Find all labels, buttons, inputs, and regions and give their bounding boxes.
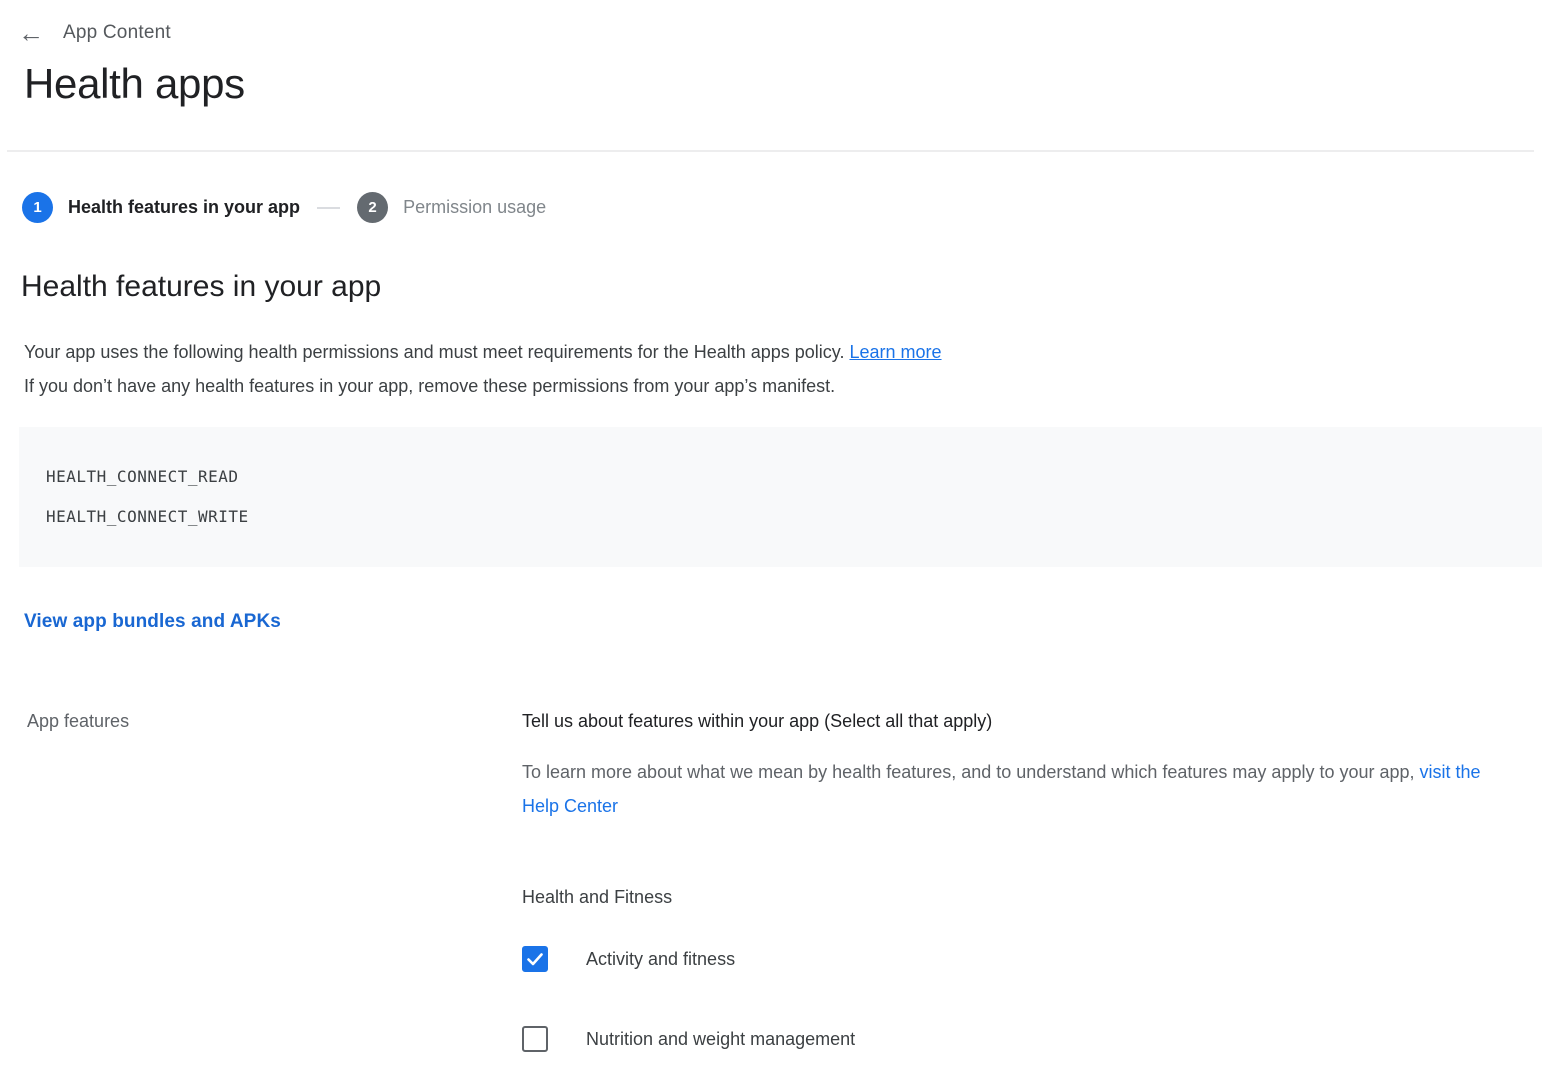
checkbox-label: Nutrition and weight management bbox=[586, 1029, 855, 1050]
step-2-circle: 2 bbox=[357, 192, 388, 223]
step-1-label: Health features in your app bbox=[68, 197, 300, 218]
stepper-step-health-features[interactable]: 1 Health features in your app bbox=[22, 192, 300, 223]
section-heading: Health features in your app bbox=[21, 269, 1542, 305]
page-title: Health apps bbox=[24, 60, 1542, 108]
checkmark-icon bbox=[527, 953, 543, 966]
intro-line-2: If you don’t have any health features in… bbox=[24, 376, 835, 396]
header-divider bbox=[7, 150, 1534, 152]
breadcrumb: ← App Content bbox=[0, 0, 1542, 44]
activity-and-fitness-checkbox[interactable] bbox=[522, 946, 548, 972]
step-1-circle: 1 bbox=[22, 192, 53, 223]
intro-line-1: Your app uses the following health permi… bbox=[24, 342, 844, 362]
back-arrow-icon[interactable]: ← bbox=[18, 23, 44, 43]
nutrition-and-weight-management-checkbox[interactable] bbox=[522, 1026, 548, 1052]
page: ← App Content Health apps 1 Health featu… bbox=[0, 0, 1542, 1052]
checkbox-label: Activity and fitness bbox=[586, 949, 735, 970]
intro-paragraph: Your app uses the following health permi… bbox=[24, 335, 1324, 403]
view-app-bundles-link[interactable]: View app bundles and APKs bbox=[24, 611, 281, 633]
breadcrumb-label[interactable]: App Content bbox=[63, 22, 171, 44]
checkbox-row-nutrition-and-weight-management[interactable]: Nutrition and weight management bbox=[522, 1026, 1512, 1052]
permission-item: HEALTH_CONNECT_READ bbox=[46, 457, 1542, 497]
permission-item: HEALTH_CONNECT_WRITE bbox=[46, 497, 1542, 537]
app-features-row: App features Tell us about features with… bbox=[27, 709, 1542, 1052]
app-features-content: Tell us about features within your app (… bbox=[522, 709, 1512, 1052]
stepper: 1 Health features in your app 2 Permissi… bbox=[22, 192, 1542, 223]
health-and-fitness-group-label: Health and Fitness bbox=[522, 887, 1512, 908]
learn-more-link[interactable]: Learn more bbox=[849, 342, 941, 362]
step-2-label: Permission usage bbox=[403, 197, 546, 218]
help-text-body: To learn more about what we mean by heal… bbox=[522, 762, 1420, 782]
checkbox-row-activity-and-fitness[interactable]: Activity and fitness bbox=[522, 946, 1512, 972]
app-features-label: App features bbox=[27, 709, 522, 1052]
permissions-code-box: HEALTH_CONNECT_READ HEALTH_CONNECT_WRITE bbox=[19, 427, 1542, 567]
features-question: Tell us about features within your app (… bbox=[522, 709, 1512, 733]
features-help-text: To learn more about what we mean by heal… bbox=[522, 755, 1512, 823]
stepper-step-permission-usage[interactable]: 2 Permission usage bbox=[357, 192, 546, 223]
stepper-connector bbox=[317, 207, 340, 209]
